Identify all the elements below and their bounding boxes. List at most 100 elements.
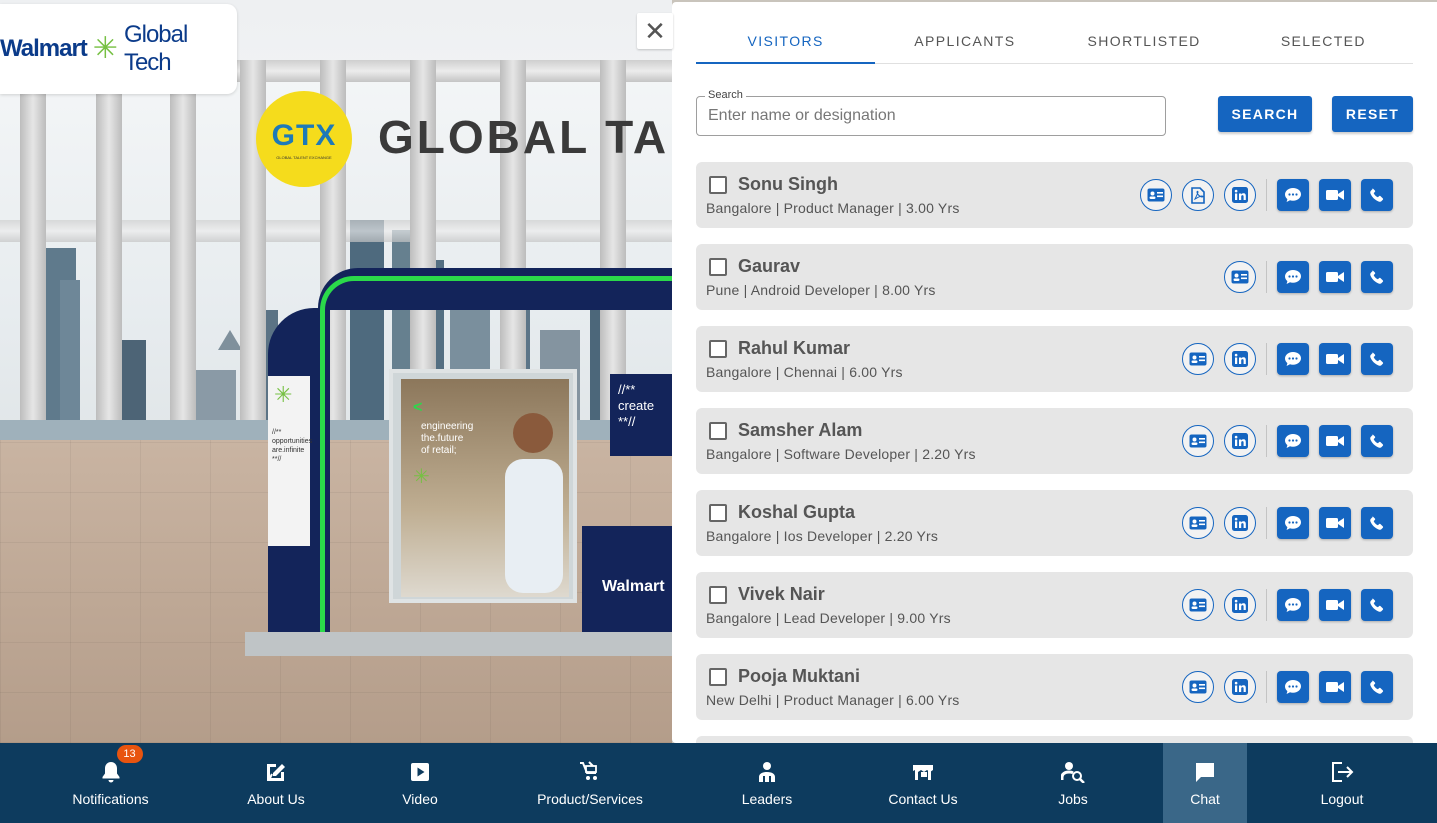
tab-applicants[interactable]: APPLICANTS [875,18,1054,63]
phone-icon [1369,187,1385,203]
profile-card-button[interactable] [1182,425,1214,457]
nav-logout[interactable]: Logout [1247,743,1437,823]
phone-call-button[interactable] [1361,179,1393,211]
action-divider [1266,425,1267,457]
chat-button[interactable] [1277,179,1309,211]
resume-pdf-button[interactable] [1182,179,1214,211]
tab-shortlisted[interactable]: SHORTLISTED [1055,18,1234,63]
visitor-checkbox[interactable] [709,422,727,440]
leaders-icon [757,761,777,783]
phone-icon [1369,515,1385,531]
id-card-icon [1189,434,1207,448]
nav-video[interactable]: Video [331,743,509,823]
phone-call-button[interactable] [1361,261,1393,293]
linkedin-button[interactable] [1224,671,1256,703]
visitor-actions [1214,261,1393,293]
video-call-button[interactable] [1319,507,1351,539]
visitors-panel: VISITORS APPLICANTS SHORTLISTED SELECTED… [672,2,1437,743]
video-call-button[interactable] [1319,261,1351,293]
nav-chat[interactable]: Chat [1163,743,1247,823]
notification-count-badge: 13 [116,745,143,763]
video-call-button[interactable] [1319,343,1351,375]
chat-button[interactable] [1277,589,1309,621]
close-icon: ✕ [644,15,666,46]
linkedin-button[interactable] [1224,179,1256,211]
linkedin-button[interactable] [1224,343,1256,375]
reset-button[interactable]: RESET [1332,96,1413,132]
visitor-checkbox[interactable] [709,258,727,276]
linkedin-icon [1232,515,1248,531]
search-button[interactable]: SEARCH [1218,96,1312,132]
list-item: Samsher Alam Bangalore | Software Develop… [696,408,1413,474]
tab-selected[interactable]: SELECTED [1234,18,1413,63]
linkedin-button[interactable] [1224,507,1256,539]
list-item: Pooja Muktani New Delhi | Product Manager… [696,654,1413,720]
chat-icon [1284,350,1302,368]
chat-icon [1284,596,1302,614]
list-item: Gaurav Pune | Android Developer | 8.00 Yr… [696,244,1413,310]
profile-card-button[interactable] [1182,507,1214,539]
visitor-checkbox[interactable] [709,504,727,522]
video-call-button[interactable] [1319,179,1351,211]
nav-notifications[interactable]: Notifications 13 [0,743,221,823]
chat-button[interactable] [1277,425,1309,457]
bottom-nav: Notifications 13 About Us Video Product/Serv… [0,743,1437,823]
nav-jobs[interactable]: Jobs [983,743,1163,823]
profile-card-button[interactable] [1140,179,1172,211]
visitor-list: Sonu Singh Bangalore | Product Manager | … [696,162,1413,736]
linkedin-button[interactable] [1224,589,1256,621]
id-card-icon [1189,352,1207,366]
visitor-details: New Delhi | Product Manager | 6.00 Yrs [706,692,960,708]
video-call-icon [1326,516,1344,530]
nav-leaders[interactable]: Leaders [671,743,863,823]
close-button[interactable]: ✕ [637,13,673,49]
profile-card-button[interactable] [1182,589,1214,621]
linkedin-button[interactable] [1224,425,1256,457]
visitor-checkbox[interactable] [709,340,727,358]
chat-icon [1284,186,1302,204]
visitor-checkbox[interactable] [709,176,727,194]
visitor-details: Bangalore | Lead Developer | 9.00 Yrs [706,610,951,626]
profile-card-button[interactable] [1182,343,1214,375]
visitor-actions [1172,589,1393,621]
visitor-details: Bangalore | Product Manager | 3.00 Yrs [706,200,960,216]
job-search-icon [1061,761,1085,783]
visitor-checkbox[interactable] [709,586,727,604]
phone-call-button[interactable] [1361,589,1393,621]
phone-call-button[interactable] [1361,425,1393,457]
phone-call-button[interactable] [1361,671,1393,703]
tab-visitors[interactable]: VISITORS [696,18,876,64]
video-call-button[interactable] [1319,425,1351,457]
phone-call-button[interactable] [1361,343,1393,375]
nav-label: Leaders [741,791,793,807]
visitor-details: Bangalore | Ios Developer | 2.20 Yrs [706,528,939,544]
action-divider [1266,507,1267,539]
chat-button[interactable] [1277,343,1309,375]
phone-icon [1369,433,1385,449]
visitor-name: Gaurav [738,256,801,276]
nav-about-us[interactable]: About Us [221,743,331,823]
nav-label: Contact Us [888,791,958,807]
id-card-icon [1189,680,1207,694]
search-input[interactable] [708,97,1158,135]
video-call-button[interactable] [1319,589,1351,621]
video-call-button[interactable] [1319,671,1351,703]
chat-button[interactable] [1277,261,1309,293]
linkedin-icon [1232,351,1248,367]
id-card-icon [1231,270,1249,284]
profile-card-button[interactable] [1182,671,1214,703]
phone-call-button[interactable] [1361,507,1393,539]
nav-product-services[interactable]: Product/Services [509,743,671,823]
chat-button[interactable] [1277,671,1309,703]
spark-icon: ✳ [274,382,293,407]
gtx-logo: GTX GLOBAL TALENT EXCHANGE [256,91,352,187]
global-talent-banner: GLOBAL TAL [378,111,672,163]
chat-button[interactable] [1277,507,1309,539]
profile-card-button[interactable] [1224,261,1256,293]
visitor-checkbox[interactable] [709,668,727,686]
list-item: Rahul Kumar Bangalore | Chennai | 6.00 Yr… [696,326,1413,392]
nav-contact-us[interactable]: Contact Us [863,743,983,823]
visitor-actions [1172,425,1393,457]
action-divider [1266,343,1267,375]
visitor-actions [1172,671,1393,703]
